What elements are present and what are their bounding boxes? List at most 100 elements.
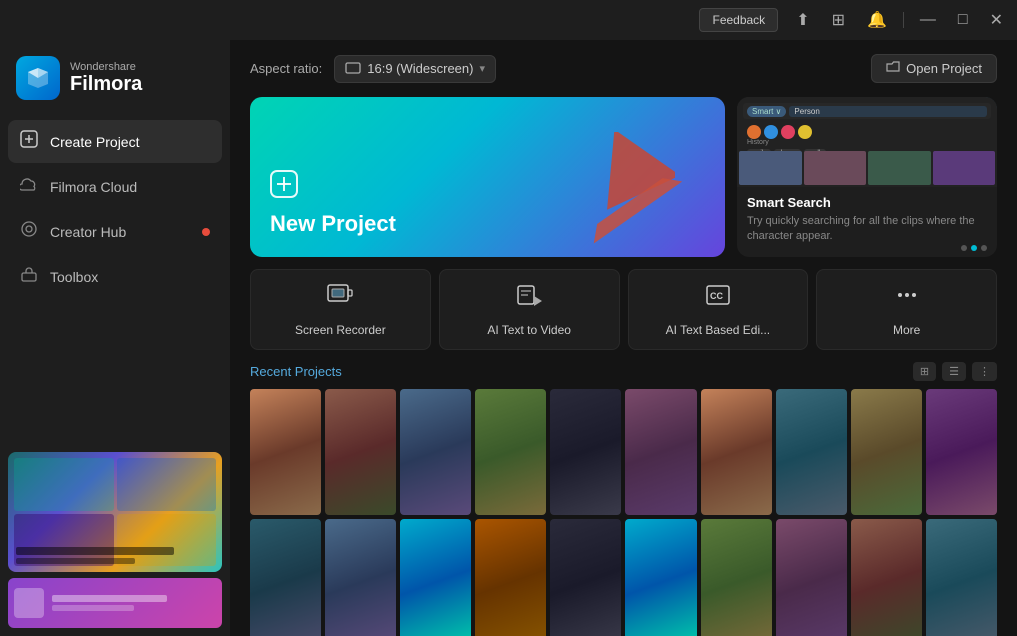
list-view-button[interactable]: ☰ [942, 362, 966, 381]
media-thumb-2[interactable] [325, 389, 396, 515]
media-thumb-10[interactable] [926, 389, 997, 515]
bell-icon[interactable]: 🔔 [861, 8, 893, 32]
sidebar-item-filmora-cloud[interactable]: Filmora Cloud [8, 165, 222, 208]
more-label: More [893, 323, 920, 337]
logo-text: Wondershare Filmora [70, 61, 142, 96]
media-grid-row-2 [250, 519, 997, 636]
media-thumb-3[interactable] [400, 389, 471, 515]
sidebar-recent [0, 444, 230, 636]
more-icon [894, 282, 920, 315]
media-thumb-14[interactable] [475, 519, 546, 636]
logo-title: Filmora [70, 73, 142, 96]
ss-topbar: Smart ∨ Person [743, 103, 991, 119]
media-thumb-19[interactable] [851, 519, 922, 636]
sidebar-item-toolbox[interactable]: Toolbox [8, 255, 222, 298]
content-grid-section: Recent Projects ⊞ ☰ ⋮ [230, 362, 1017, 636]
media-thumb-18[interactable] [776, 519, 847, 636]
open-project-button[interactable]: Open Project [871, 54, 997, 83]
content-topbar: Aspect ratio: 16:9 (Widescreen) ▾ Open P… [230, 40, 1017, 97]
recent-thumb2-icon [14, 588, 44, 618]
feedback-button[interactable]: Feedback [699, 8, 778, 32]
add-icon [270, 170, 705, 205]
media-thumb-5[interactable] [550, 389, 621, 515]
media-thumb-7[interactable] [701, 389, 772, 515]
grid-icon[interactable]: ⊞ [826, 8, 851, 32]
content-area: Aspect ratio: 16:9 (Widescreen) ▾ Open P… [230, 40, 1017, 636]
card-dot-1 [961, 245, 967, 251]
smart-search-info: Smart Search Try quickly searching for a… [737, 187, 997, 253]
quick-action-ai-text-to-video[interactable]: AI Text to Video [439, 269, 620, 350]
new-project-card[interactable]: New Project [250, 97, 725, 257]
toolbox-label: Toolbox [50, 269, 98, 285]
ai-text-based-edit-label: AI Text Based Edi... [666, 323, 771, 337]
media-grid-row-1 [250, 389, 997, 515]
aspect-dropdown[interactable]: 16:9 (Widescreen) ▾ [334, 55, 496, 83]
screen-recorder-label: Screen Recorder [295, 323, 386, 337]
media-thumb-4[interactable] [475, 389, 546, 515]
screen-recorder-icon [327, 282, 353, 315]
person-dot-1 [747, 125, 761, 139]
sidebar-item-create-project[interactable]: Create Project [8, 120, 222, 163]
smart-search-title: Smart Search [747, 195, 987, 210]
section-header: Recent Projects ⊞ ☰ ⋮ [250, 362, 997, 381]
ai-text-based-edit-icon: CC [705, 282, 731, 315]
maximize-icon[interactable]: □ [952, 9, 974, 31]
recent-thumb-1[interactable] [8, 452, 222, 572]
logo-subtitle: Wondershare [70, 61, 142, 73]
folder-icon [886, 61, 900, 76]
media-thumb-16[interactable] [625, 519, 696, 636]
smart-filter-pill: Smart ∨ [747, 106, 786, 117]
upload-icon[interactable]: ⬆ [790, 8, 815, 32]
quick-action-more[interactable]: More [816, 269, 997, 350]
close-icon[interactable]: ✕ [984, 8, 1009, 32]
media-thumb-20[interactable] [926, 519, 997, 636]
media-thumb-6[interactable] [625, 389, 696, 515]
media-thumb-17[interactable] [701, 519, 772, 636]
person-dot-3 [781, 125, 795, 139]
toolbox-icon [20, 265, 38, 288]
media-thumb-13[interactable] [400, 519, 471, 636]
quick-action-ai-text-based-edit[interactable]: CC AI Text Based Edi... [628, 269, 809, 350]
aspect-ratio-icon [345, 61, 361, 77]
smart-search-card[interactable]: New Smart ∨ Person History [737, 97, 997, 257]
recent-thumb-2[interactable] [8, 578, 222, 628]
quick-action-screen-recorder[interactable]: Screen Recorder [250, 269, 431, 350]
sidebar-item-creator-hub[interactable]: Creator Hub [8, 210, 222, 253]
separator [903, 12, 904, 28]
create-project-icon [20, 130, 38, 153]
section-title: Recent Projects [250, 364, 342, 379]
ai-text-to-video-label: AI Text to Video [487, 323, 571, 337]
smart-search-preview: Smart ∨ Person History smile dance [737, 97, 997, 187]
media-thumb-11[interactable] [250, 519, 321, 636]
person-dot-4 [798, 125, 812, 139]
creator-hub-icon [20, 220, 38, 243]
sidebar-nav: Create Project Filmora Cloud Creator [0, 120, 230, 298]
person-dot-2 [764, 125, 778, 139]
media-thumb-8[interactable] [776, 389, 847, 515]
filmora-cloud-icon [20, 175, 38, 198]
media-thumb-12[interactable] [325, 519, 396, 636]
filmora-cloud-label: Filmora Cloud [50, 179, 137, 195]
sort-button[interactable]: ⋮ [972, 362, 997, 381]
title-bar: Feedback ⬆ ⊞ 🔔 — □ ✕ [0, 0, 1017, 40]
chevron-down-icon: ▾ [479, 62, 485, 75]
logo: Wondershare Filmora [0, 40, 230, 120]
section-actions: ⊞ ☰ ⋮ [913, 362, 997, 381]
ss-thumbs [737, 149, 997, 187]
open-project-label: Open Project [906, 61, 982, 76]
ai-text-to-video-icon [516, 282, 542, 315]
media-thumb-9[interactable] [851, 389, 922, 515]
aspect-label: Aspect ratio: [250, 61, 322, 76]
card-dot-2 [971, 245, 977, 251]
card-dots [961, 245, 987, 251]
ss-dots-row [747, 125, 812, 139]
cards-row: New Project New Smart ∨ Person [230, 97, 1017, 269]
ss-search-bar: Person [789, 106, 987, 117]
minimize-icon[interactable]: — [914, 9, 942, 31]
smart-search-desc: Try quickly searching for all the clips … [747, 214, 987, 245]
creator-hub-label: Creator Hub [50, 224, 126, 240]
grid-view-button[interactable]: ⊞ [913, 362, 936, 381]
media-thumb-1[interactable] [250, 389, 321, 515]
media-thumb-15[interactable] [550, 519, 621, 636]
history-label: History [747, 139, 769, 146]
